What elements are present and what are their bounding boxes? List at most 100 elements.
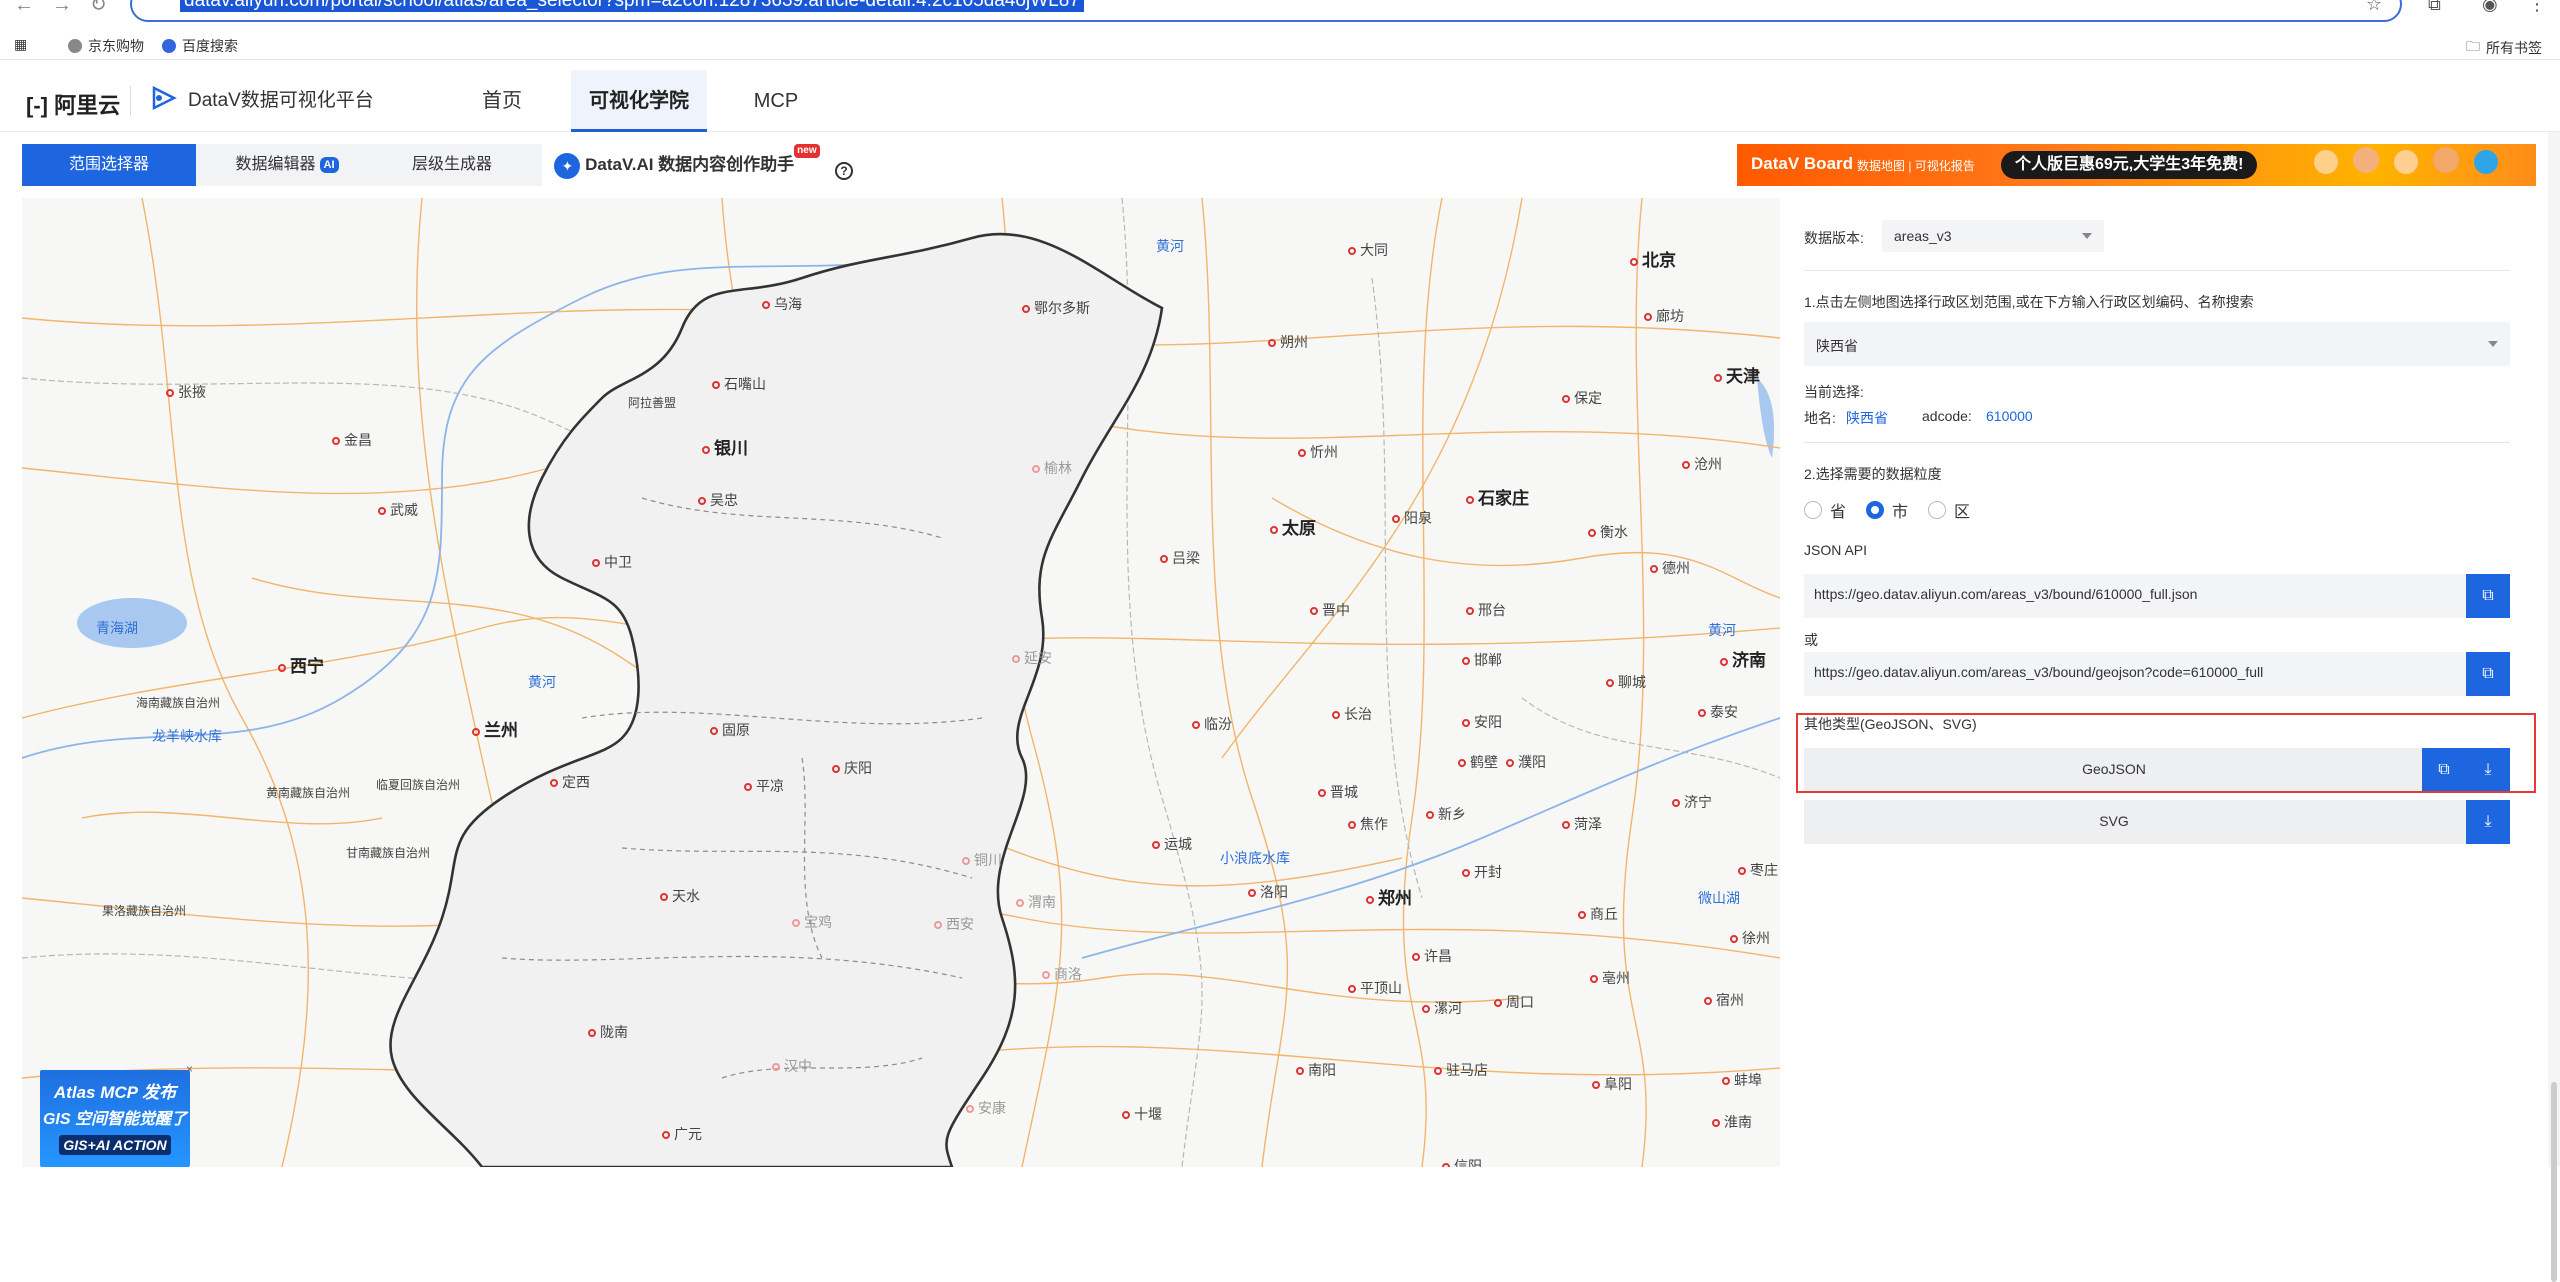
city-label[interactable]: 聊城 [1606,672,1646,692]
city-label[interactable]: 晋城 [1318,782,1358,802]
city-label[interactable]: 廊坊 [1644,306,1684,326]
radio-district[interactable]: 区 [1928,498,1970,522]
tab-data-editor[interactable]: 数据编辑器 AI [217,144,357,186]
city-label[interactable]: 邢台 [1466,600,1506,620]
city-label[interactable]: 天津 [1714,362,1760,387]
nav-home[interactable]: 首页 [462,70,542,132]
city-label[interactable]: 临汾 [1192,714,1232,734]
city-label[interactable]: 周口 [1494,992,1534,1012]
city-label[interactable]: 榆林 [1032,458,1072,478]
city-label[interactable]: 大同 [1348,240,1388,260]
city-label[interactable]: 西宁 [278,652,324,677]
close-icon[interactable]: × [186,1062,193,1076]
svg-row[interactable]: SVG ⤓ [1804,800,2510,844]
city-label[interactable]: 商洛 [1042,964,1082,984]
city-label[interactable]: 德州 [1650,558,1690,578]
city-label[interactable]: 十堰 [1122,1104,1162,1124]
city-label[interactable]: 沧州 [1682,454,1722,474]
promo-banner[interactable]: DataV Board 数据地图 | 可视化报告 个人版巨惠69元,大学生3年免… [1737,144,2536,186]
city-label[interactable]: 临夏回族自治州 [376,776,460,793]
download-icon[interactable]: ⤓ [2466,800,2510,844]
city-label[interactable]: 乌海 [762,294,802,314]
city-label[interactable]: 开封 [1462,862,1502,882]
city-label[interactable]: 阿拉善盟 [628,394,676,411]
nav-mcp[interactable]: MCP [736,70,816,132]
map-canvas[interactable]: 乌海 鄂尔多斯 张掖 石嘴山 阿拉善盟 银川 金昌 武威 吴忠 中卫 青海湖 西… [22,198,1780,1167]
city-label[interactable]: 张掖 [166,382,206,402]
browser-nav-buttons[interactable]: ←→↻ [14,0,125,17]
api-url-1[interactable]: https://geo.datav.aliyun.com/areas_v3/bo… [1814,586,2197,602]
city-label[interactable]: 亳州 [1590,968,1630,988]
radio-province[interactable]: 省 [1804,498,1846,522]
city-label[interactable]: 金昌 [332,430,372,450]
city-label[interactable]: 庆阳 [832,758,872,778]
city-label[interactable]: 安阳 [1462,712,1502,732]
city-label[interactable]: 蚌埠 [1722,1070,1762,1090]
city-label[interactable]: 阳泉 [1392,508,1432,528]
bookmark-jd[interactable]: 京东购物 [68,36,144,56]
city-label[interactable]: 焦作 [1348,814,1388,834]
all-bookmarks-folder[interactable]: 🗀 所有书签 [2466,36,2542,60]
city-label[interactable]: 武威 [378,500,418,520]
tab-level-generator[interactable]: 层级生成器 [382,144,522,186]
address-bar[interactable]: datav.aliyun.com/portal/school/atlas/are… [130,0,2402,22]
star-icon[interactable]: ☆ [2366,0,2382,15]
city-label[interactable]: 淮南 [1712,1112,1752,1132]
city-label[interactable]: 濮阳 [1506,752,1546,772]
menu-icon[interactable]: ⋮ [2528,0,2546,15]
help-icon[interactable]: ? [835,162,853,180]
city-label[interactable]: 延安 [1012,648,1052,668]
city-label[interactable]: 安康 [966,1098,1006,1118]
city-label[interactable]: 银川 [702,434,748,459]
city-label[interactable]: 许昌 [1412,946,1452,966]
city-label[interactable]: 衡水 [1588,522,1628,542]
scrollbar-thumb[interactable] [2551,1082,2557,1282]
nav-academy[interactable]: 可视化学院 [571,70,707,132]
city-label[interactable]: 菏泽 [1562,814,1602,834]
city-label[interactable]: 长治 [1332,704,1372,724]
city-label[interactable]: 定西 [550,772,590,792]
city-label[interactable]: 鄂尔多斯 [1022,298,1090,318]
city-label[interactable]: 洛阳 [1248,882,1288,902]
city-label[interactable]: 果洛藏族自治州 [102,902,186,919]
city-label[interactable]: 黄南藏族自治州 [266,784,350,801]
city-label[interactable]: 枣庄 [1738,860,1778,880]
city-label[interactable]: 南阳 [1296,1060,1336,1080]
tab-datav-ai[interactable]: ✦ DataV.AI 数据内容创作助手new [542,144,832,186]
city-label[interactable]: 宝鸡 [792,912,832,932]
datav-logo[interactable]: DataV数据可视化平台 [150,84,374,112]
city-label[interactable]: 济宁 [1672,792,1712,812]
city-label[interactable]: 石嘴山 [712,374,766,394]
city-label[interactable]: 广元 [662,1124,702,1144]
city-label[interactable]: 渭南 [1016,892,1056,912]
city-label[interactable]: 保定 [1562,388,1602,408]
city-label[interactable]: 运城 [1152,834,1192,854]
city-label[interactable]: 北京 [1630,246,1676,271]
apps-icon[interactable]: ▦ [14,36,27,53]
aliyun-logo[interactable]: [-] 阿里云 [26,88,120,120]
api-url-2[interactable]: https://geo.datav.aliyun.com/areas_v3/bo… [1814,664,2263,680]
city-label[interactable]: 平顶山 [1348,978,1402,998]
shaanxi-outline[interactable] [389,232,1164,1167]
city-label[interactable]: 海南藏族自治州 [136,694,220,711]
city-label[interactable]: 鹤壁 [1458,752,1498,772]
city-label[interactable]: 漯河 [1422,998,1462,1018]
city-label[interactable]: 郑州 [1366,884,1412,909]
version-select[interactable]: areas_v3 [1882,220,2104,252]
city-label[interactable]: 汉中 [772,1056,812,1076]
city-label[interactable]: 阜阳 [1592,1074,1632,1094]
city-label[interactable]: 新乡 [1426,804,1466,824]
extension-icon[interactable]: ⧉ [2428,0,2441,15]
city-label[interactable]: 济南 [1720,646,1766,671]
region-search-select[interactable]: 陕西省 [1804,322,2510,366]
city-label[interactable]: 铜川 [962,850,1002,870]
city-label[interactable]: 驻马店 [1434,1060,1488,1080]
city-label[interactable]: 兰州 [472,716,518,741]
city-label[interactable]: 忻州 [1298,442,1338,462]
city-label[interactable]: 泰安 [1698,702,1738,722]
copy-icon[interactable]: ⧉ [2466,574,2510,618]
bookmark-baidu[interactable]: 百度搜索 [162,36,238,56]
city-label[interactable]: 天水 [660,886,700,906]
city-label[interactable]: 平凉 [744,776,784,796]
city-label[interactable]: 晋中 [1310,600,1350,620]
